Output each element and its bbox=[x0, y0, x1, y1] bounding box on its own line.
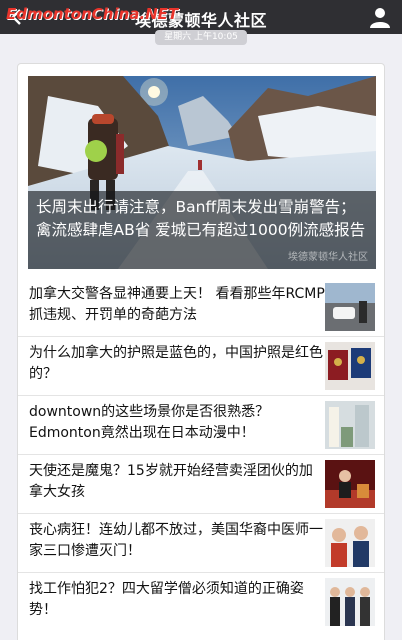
feature-article[interactable]: 长周末出行请注意，Banff周末发出雪崩警告；禽流感肆虐AB省 爱城已有超过10… bbox=[28, 76, 376, 269]
article-title: 找工作怕犯2？四大留学僧必须知道的正确姿势！ bbox=[29, 581, 304, 618]
article-thumbnail bbox=[325, 342, 375, 390]
article-thumbnail bbox=[325, 578, 375, 626]
article-title: 为什么加拿大的护照是蓝色的，中国护照是红色的？ bbox=[29, 345, 323, 382]
timestamp-badge: 星期六 上午10:05 bbox=[155, 30, 247, 45]
article-thumbnail bbox=[325, 460, 375, 508]
feature-source: 埃德蒙顿华人社区 bbox=[288, 252, 368, 263]
feature-title: 长周末出行请注意，Banff周末发出雪崩警告；禽流感肆虐AB省 爱城已有超过10… bbox=[36, 198, 366, 239]
list-item[interactable]: 加拿大交警各显神通要上天！ 看看那些年RCMP抓违规、开罚单的奇葩方法 bbox=[18, 278, 384, 336]
person-icon[interactable] bbox=[368, 5, 392, 29]
article-thumbnail bbox=[325, 401, 375, 449]
article-title: downtown的这些场景你是否很熟悉？Edmonton竟然出现在日本动漫中！ bbox=[29, 404, 270, 441]
list-item[interactable]: downtown的这些场景你是否很熟悉？Edmonton竟然出现在日本动漫中！ bbox=[18, 396, 384, 454]
article-title: 丧心病狂！连幼儿都不放过，美国华裔中医师一家三口惨遭灭门！ bbox=[29, 522, 323, 559]
article-title: 加拿大交警各显神通要上天！ 看看那些年RCMP抓违规、开罚单的奇葩方法 bbox=[29, 286, 325, 323]
list-item[interactable]: 找工作怕犯2？四大留学僧必须知道的正确姿势！ bbox=[18, 573, 384, 631]
site-watermark: EdmontonChina.NET bbox=[6, 5, 179, 23]
list-item[interactable]: 天使还是魔鬼？15岁就开始经营卖淫团伙的加拿大女孩 bbox=[18, 455, 384, 513]
list-item[interactable]: 为什么加拿大的护照是蓝色的，中国护照是红色的？ bbox=[18, 337, 384, 395]
article-thumbnail bbox=[325, 283, 375, 331]
article-card: 长周末出行请注意，Banff周末发出雪崩警告；禽流感肆虐AB省 爱城已有超过10… bbox=[17, 63, 385, 640]
article-thumbnail bbox=[325, 519, 375, 567]
list-item[interactable]: 丧心病狂！连幼儿都不放过，美国华裔中医师一家三口惨遭灭门！ bbox=[18, 514, 384, 572]
article-title: 天使还是魔鬼？15岁就开始经营卖淫团伙的加拿大女孩 bbox=[29, 463, 313, 500]
